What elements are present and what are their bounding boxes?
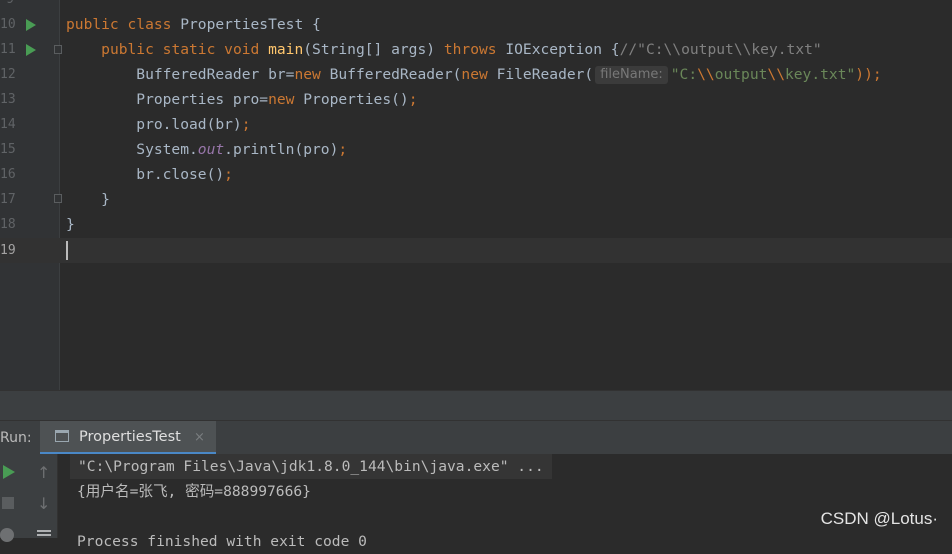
stop-icon[interactable]: [2, 497, 14, 509]
class-declaration: PropertiesTest {: [180, 16, 321, 33]
code-line-17[interactable]: 17 }: [0, 187, 952, 212]
keyword: new: [461, 66, 497, 83]
exception-type: IOException {: [505, 41, 620, 58]
string-literal: "C:: [670, 66, 698, 83]
semicolon: ;: [241, 116, 251, 133]
run-class-icon[interactable]: [26, 19, 36, 31]
code-line-13[interactable]: 13 Properties pro=new Properties();: [0, 87, 952, 112]
tab-properties-test[interactable]: PropertiesTest ×: [40, 421, 216, 455]
code-text: br.close(): [66, 166, 225, 183]
code-line-19[interactable]: 19: [0, 238, 952, 263]
watermark: CSDN @Lotus·: [820, 509, 938, 528]
line-number: 14: [0, 117, 16, 132]
string-literal: output: [714, 66, 768, 83]
close-icon[interactable]: ×: [194, 421, 205, 454]
line-comment: //"C:\\output\\key.txt": [619, 41, 822, 58]
line-number: 10: [0, 17, 16, 32]
keyword: new: [294, 66, 330, 83]
code-line-11[interactable]: 11 public static void main(String[] args…: [0, 37, 952, 62]
parameter-hint: fileName:: [595, 66, 668, 84]
code-text: .println(pro): [224, 141, 339, 158]
text-caret: [66, 241, 68, 260]
code-text: System.: [66, 141, 198, 158]
code-text: Properties(): [303, 91, 409, 108]
code-text: }: [66, 191, 110, 208]
fold-end-icon[interactable]: [54, 194, 62, 203]
line-number: 12: [0, 67, 16, 82]
semicolon: ;: [224, 166, 233, 183]
settings-icon[interactable]: [0, 528, 14, 542]
code-text: }: [66, 216, 75, 233]
code-editor[interactable]: 9 10 public class PropertiesTest { 11 pu…: [0, 0, 952, 390]
code-text: pro.load(br): [66, 116, 242, 133]
method-name: main: [268, 41, 304, 58]
code-line-9[interactable]: 9: [0, 0, 952, 12]
code-text: BufferedReader(: [329, 66, 462, 83]
line-number: 18: [0, 217, 16, 232]
keyword: new: [268, 91, 304, 108]
run-console[interactable]: ↑ ↓ "C:\Program Files\Java\jdk1.8.0_144\…: [0, 454, 952, 550]
arrow-up-icon[interactable]: ↑: [37, 463, 50, 482]
code-line-12[interactable]: 12 BufferedReader br=new BufferedReader(…: [0, 62, 952, 87]
code-text: FileReader(: [496, 66, 594, 83]
code-text: Properties pro=: [66, 91, 269, 108]
code-text: BufferedReader br=: [66, 66, 295, 83]
line-number: 16: [0, 167, 16, 182]
code-line-16[interactable]: 16 br.close();: [0, 162, 952, 187]
keyword: public class: [66, 16, 181, 33]
console-exit-line: Process finished with exit code 0: [77, 533, 367, 550]
keyword: public static void: [101, 41, 269, 58]
line-number: 17: [0, 192, 16, 207]
run-main-icon[interactable]: [26, 44, 36, 56]
run-tool-window-header: Run: PropertiesTest ×: [0, 420, 952, 455]
keyword: throws: [443, 41, 506, 58]
panel-separator[interactable]: [0, 390, 952, 420]
method-params: (String[] args): [303, 41, 444, 58]
static-field: out: [197, 141, 225, 158]
code-line-18[interactable]: 18 }: [0, 212, 952, 237]
code-text: ));: [855, 66, 882, 83]
semicolon: ;: [408, 91, 418, 108]
line-number: 15: [0, 142, 16, 157]
run-toolbar: [0, 454, 30, 542]
tab-label: PropertiesTest: [79, 429, 181, 445]
code-line-10[interactable]: 10 public class PropertiesTest {: [0, 12, 952, 37]
rerun-icon[interactable]: [3, 465, 15, 479]
line-number: 9: [0, 0, 14, 12]
soft-wrap-icon[interactable]: [37, 530, 51, 532]
console-icon: [55, 430, 69, 442]
line-number: 11: [0, 42, 16, 57]
console-command-line[interactable]: "C:\Program Files\Java\jdk1.8.0_144\bin\…: [70, 454, 552, 479]
line-number: 13: [0, 92, 16, 107]
console-output-line: {用户名=张飞, 密码=888997666}: [77, 483, 311, 500]
run-label: Run:: [0, 430, 32, 446]
escape-sequence: \\: [697, 66, 715, 83]
escape-sequence: \\: [767, 66, 785, 83]
console-toolbar: ↑ ↓: [30, 454, 58, 538]
code-line-15[interactable]: 15 System.out.println(pro);: [0, 137, 952, 162]
fold-marker-icon[interactable]: [54, 45, 62, 54]
string-literal: key.txt": [784, 66, 856, 83]
arrow-down-icon[interactable]: ↓: [37, 494, 50, 513]
code-line-14[interactable]: 14 pro.load(br);: [0, 112, 952, 137]
semicolon: ;: [338, 141, 348, 158]
line-number: 19: [0, 243, 16, 258]
